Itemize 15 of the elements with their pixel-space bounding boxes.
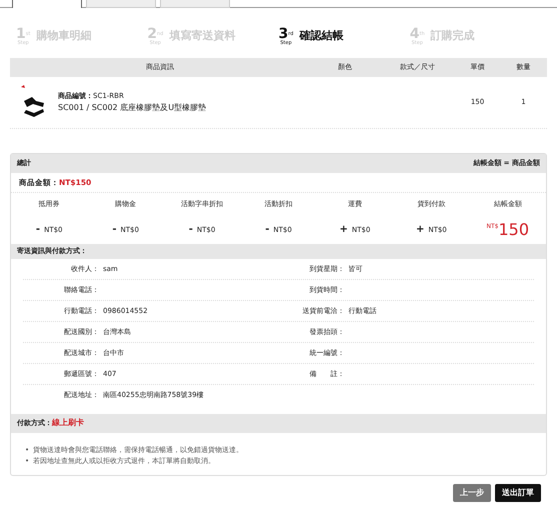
tab[interactable] bbox=[12, 0, 82, 8]
sign-symbol: + bbox=[416, 223, 424, 238]
sign-symbol: + bbox=[340, 223, 348, 238]
step-number: 3 bbox=[278, 26, 288, 42]
nav-button[interactable]: 送出訂單 bbox=[495, 484, 541, 502]
sign-symbol: - bbox=[36, 223, 40, 238]
step-label: 確認結帳 bbox=[299, 28, 344, 44]
product-name: SC001 / SC002 底座橡膠墊及U型橡膠墊 bbox=[58, 102, 206, 114]
sign-symbol: - bbox=[112, 223, 116, 238]
sign-symbol: - bbox=[188, 223, 193, 238]
payment-method: 線上刷卡 bbox=[52, 417, 84, 430]
step-suffix: rd bbox=[288, 31, 294, 37]
nav-button[interactable]: 上一步 bbox=[453, 484, 491, 502]
sign-symbol: - bbox=[265, 223, 270, 238]
total-amount: 150 bbox=[498, 222, 530, 238]
